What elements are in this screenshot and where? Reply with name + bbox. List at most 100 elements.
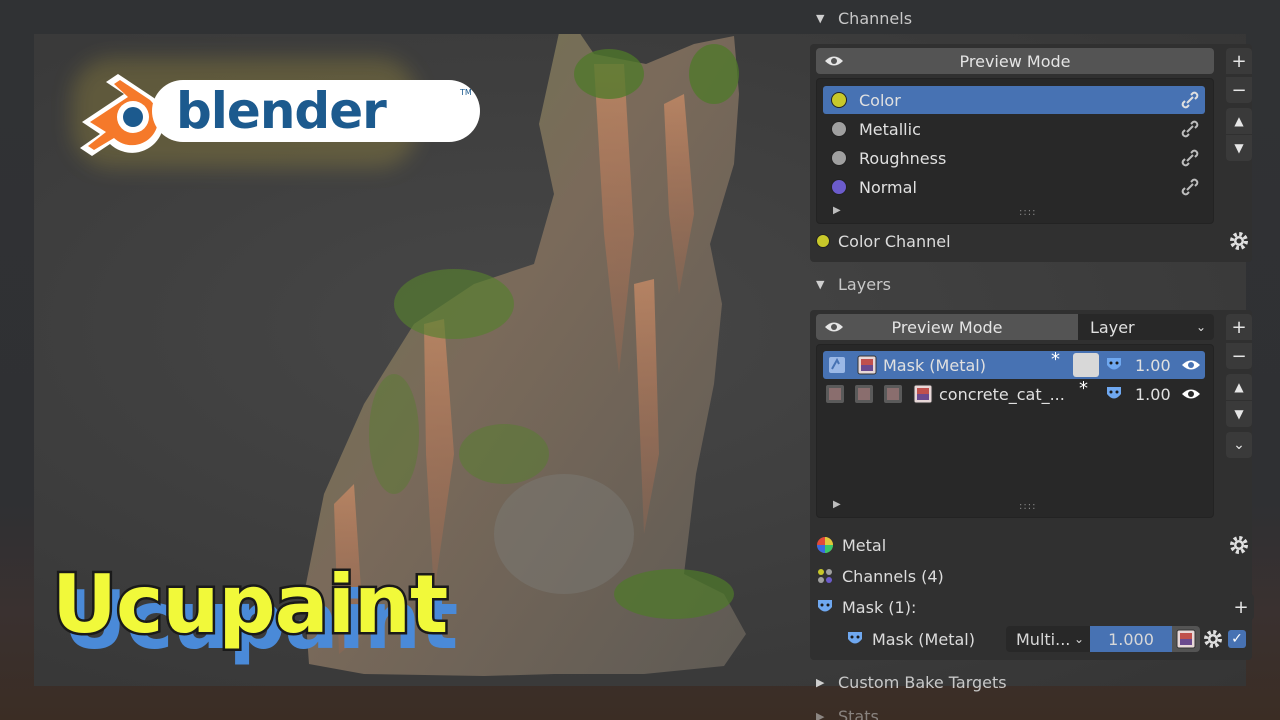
gear-icon[interactable] [1228,534,1250,556]
gear-icon[interactable] [1202,628,1224,650]
channels-header-label: Channels [838,8,913,28]
blender-wordmark: blender [176,82,387,140]
layers-preview-mode-button[interactable]: Preview Mode [816,314,1078,340]
layer-item-mask-metal[interactable]: Mask (Metal) * 1.00 [823,349,1205,379]
image-texture-icon [1176,629,1196,649]
metal-row[interactable]: Metal [816,532,886,558]
mask-icon [1107,358,1121,370]
channel-item-roughness[interactable]: Roughness [823,144,1205,172]
mask-intensity-value: 1.000 [1108,629,1154,649]
move-channel-up-button[interactable]: ▲ [1226,108,1252,134]
channel-item-label: Roughness [859,148,947,168]
layers-subpanel: Preview Mode Layer ⌄ Mask (Metal) * 1.00 [810,310,1254,660]
layers-preview-mode-label: Preview Mode [891,317,1003,337]
channels-dots-icon [818,569,832,583]
list-expander-icon[interactable]: ▶ [833,205,841,216]
active-channel-row: Color Channel [816,228,951,254]
channels-section-header[interactable]: ▼ Channels [816,6,912,30]
mask-item-label: Mask (Metal) [872,629,975,649]
trademark-mark: TM [460,88,472,97]
link-icon[interactable] [1179,147,1201,169]
color-dot-icon [831,92,847,108]
list-expander-icon[interactable]: ▶ [833,499,841,510]
mask-blend-value: Multi... [1016,629,1071,649]
eye-icon [825,322,843,332]
mask-color-swatch[interactable] [1073,353,1099,377]
mask-icon [848,632,862,644]
preview-mode-select-value: Layer [1090,317,1135,337]
eye-icon [825,56,843,66]
image-texture-icon [826,385,844,403]
add-layer-button[interactable]: + [1226,314,1252,340]
layer-opacity-value[interactable]: 1.00 [1135,385,1171,404]
expand-right-icon: ▶ [816,709,825,720]
color-channel-icon [816,234,830,248]
layer-menu-button[interactable]: ⌄ [1226,432,1252,458]
expand-down-icon: ▼ [816,277,825,291]
channels-list[interactable]: Color Metallic Roughness Normal ▶ :::: [816,78,1214,224]
mask-icon [1107,387,1121,399]
chevron-down-icon: ⌄ [1073,632,1084,646]
expand-down-icon: ▼ [816,11,825,25]
preview-mode-select[interactable]: Layer ⌄ [1078,314,1214,340]
normal-dot-icon [831,179,847,195]
metal-label: Metal [842,535,887,555]
channel-item-normal[interactable]: Normal [823,173,1205,201]
ucupaint-title: Ucupaint [49,557,450,652]
image-texture-icon [855,385,873,403]
add-channel-button[interactable]: + [1226,48,1252,74]
layer-opacity-value[interactable]: 1.00 [1135,356,1171,375]
modified-indicator: * [1051,349,1060,370]
remove-layer-button[interactable]: − [1226,343,1252,369]
layer-masks-label: Mask (1): [842,597,917,617]
layers-header-label: Layers [838,274,891,294]
roughness-dot-icon [831,150,847,166]
channel-item-label: Color [859,90,901,110]
channels-preview-mode-button[interactable]: Preview Mode [816,48,1214,74]
gear-icon[interactable] [1228,230,1250,252]
move-layer-up-button[interactable]: ▲ [1226,374,1252,400]
add-mask-button[interactable]: + [1228,594,1254,620]
ucupaint-panel: ▼ Channels Preview Mode Color Metallic R… [806,0,1280,720]
mask-intensity-field[interactable]: 1.000 [1090,626,1172,652]
link-icon[interactable] [1179,118,1201,140]
mask-enable-checkbox[interactable]: ✓ [1228,630,1246,648]
layer-item-label: concrete_cat_... [939,384,1065,404]
mask-blend-select[interactable]: Multi... ⌄ [1006,626,1090,652]
channel-item-label: Normal [859,177,917,197]
stats-label: Stats [838,706,879,720]
layer-channels-row[interactable]: Channels (4) [816,563,944,589]
image-texture-icon [857,355,877,375]
resize-handle[interactable]: :::: [1019,207,1036,218]
chevron-down-icon: ⌄ [1195,320,1206,334]
layer-masks-row[interactable]: Mask (1): [816,594,916,620]
modified-indicator: * [1079,378,1088,399]
layer-item-concrete-cat[interactable]: concrete_cat_... * 1.00 [823,378,1205,408]
visibility-eye-icon[interactable] [1181,387,1201,401]
move-channel-down-button[interactable]: ▼ [1226,135,1252,161]
channels-subpanel: Preview Mode Color Metallic Roughness No… [810,44,1252,262]
layers-list[interactable]: Mask (Metal) * 1.00 concrete_cat_... * 1… [816,344,1214,518]
stats-header[interactable]: ▶ Stats [816,704,879,720]
layer-item-label: Mask (Metal) [883,355,986,375]
move-layer-down-button[interactable]: ▼ [1226,401,1252,427]
active-channel-label: Color Channel [838,231,951,251]
visibility-eye-icon[interactable] [1181,358,1201,372]
image-texture-icon [884,385,902,403]
custom-bake-targets-label: Custom Bake Targets [838,672,1007,692]
link-icon[interactable] [1179,89,1201,111]
channel-item-label: Metallic [859,119,921,139]
metallic-dot-icon [831,121,847,137]
mask-icon [818,600,832,612]
mask-image-button[interactable] [1172,626,1200,652]
channels-preview-mode-label: Preview Mode [959,51,1071,71]
link-icon[interactable] [1179,176,1201,198]
layers-section-header[interactable]: ▼ Layers [816,272,891,296]
channel-item-metallic[interactable]: Metallic [823,115,1205,143]
custom-bake-targets-header[interactable]: ▶ Custom Bake Targets [816,670,1007,694]
channel-item-color[interactable]: Color [823,86,1205,114]
blender-logo: blender TM [72,58,480,168]
mask-item-row[interactable]: Mask (Metal) [846,626,975,652]
resize-handle[interactable]: :::: [1019,501,1036,512]
remove-channel-button[interactable]: − [1226,77,1252,103]
